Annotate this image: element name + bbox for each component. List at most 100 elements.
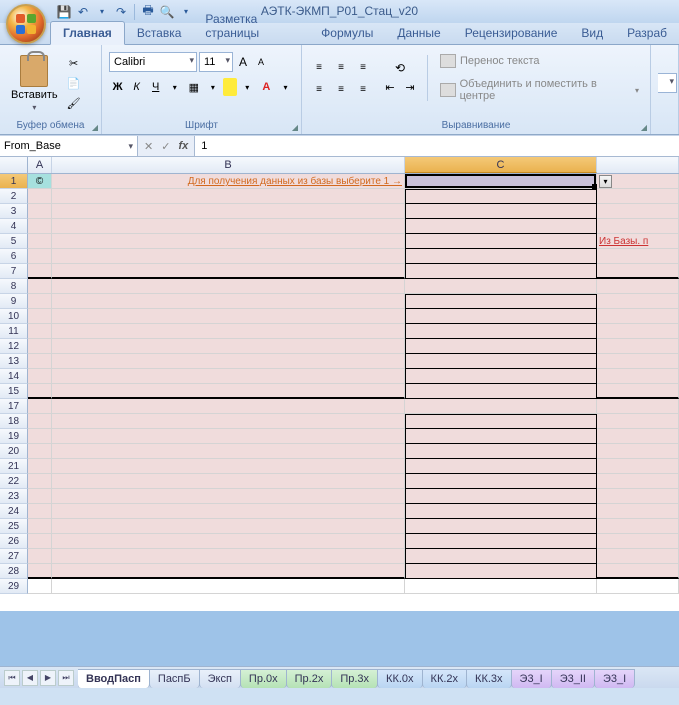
cell[interactable] [28, 534, 52, 549]
row-header[interactable]: 22 [0, 474, 28, 489]
cell[interactable] [52, 384, 405, 399]
cell[interactable] [52, 249, 405, 264]
cell[interactable] [597, 264, 679, 279]
cell[interactable] [52, 324, 405, 339]
cell[interactable] [405, 189, 597, 204]
cell[interactable]: © [28, 174, 52, 189]
cell[interactable] [52, 279, 405, 294]
align-middle-icon[interactable]: ≡ [331, 57, 351, 77]
name-box[interactable]: From_Base [0, 136, 138, 156]
sheet-tab[interactable]: Эксп [199, 669, 241, 688]
row-header[interactable]: 18 [0, 414, 28, 429]
row-header[interactable]: 11 [0, 324, 28, 339]
cell[interactable] [28, 219, 52, 234]
cell[interactable] [405, 384, 597, 399]
cut-icon[interactable]: ✂ [66, 55, 82, 71]
sheet-tab[interactable]: Пр.2х [286, 669, 333, 688]
cell[interactable] [597, 219, 679, 234]
cell[interactable] [405, 204, 597, 219]
cell[interactable] [597, 564, 679, 579]
cell[interactable] [28, 549, 52, 564]
cell[interactable] [52, 549, 405, 564]
clipboard-dialog-icon[interactable]: ◢ [92, 123, 98, 132]
cell[interactable] [28, 309, 52, 324]
cell[interactable] [28, 399, 52, 414]
cell[interactable] [52, 294, 405, 309]
merge-center-button[interactable]: Объединить и поместить в центре▾ [436, 76, 643, 104]
nav-first-icon[interactable]: ⏮ [4, 670, 20, 686]
row-header[interactable]: 26 [0, 534, 28, 549]
cell[interactable] [28, 459, 52, 474]
row-header[interactable]: 17 [0, 399, 28, 414]
align-right-icon[interactable]: ≡ [353, 79, 373, 99]
cell[interactable] [405, 294, 597, 309]
row-header[interactable]: 29 [0, 579, 28, 594]
cell[interactable] [28, 504, 52, 519]
font-name-combo[interactable]: Calibri [109, 52, 197, 72]
cell[interactable] [597, 444, 679, 459]
cell[interactable] [52, 189, 405, 204]
align-bottom-icon[interactable]: ≡ [353, 57, 373, 77]
office-button[interactable] [6, 4, 46, 44]
cell[interactable] [28, 564, 52, 579]
tab-insert[interactable]: Вставка [125, 22, 194, 44]
col-header-c[interactable]: C [405, 157, 597, 173]
nav-prev-icon[interactable]: ◀ [22, 670, 38, 686]
cell[interactable] [597, 354, 679, 369]
print-preview-icon[interactable]: 🔍 [159, 4, 175, 20]
orientation-icon[interactable]: ⟲ [392, 60, 408, 76]
sheet-tab[interactable]: Пр.0х [240, 669, 287, 688]
cell[interactable] [597, 399, 679, 414]
cell[interactable] [52, 429, 405, 444]
copy-icon[interactable]: 📄 [66, 75, 82, 91]
cell[interactable] [52, 399, 405, 414]
cell[interactable] [597, 489, 679, 504]
bold-button[interactable]: Ж [109, 78, 126, 96]
cell[interactable] [28, 249, 52, 264]
cell[interactable] [405, 219, 597, 234]
cell[interactable] [52, 204, 405, 219]
cell[interactable] [405, 519, 597, 534]
align-center-icon[interactable]: ≡ [331, 79, 351, 99]
row-header[interactable]: 27 [0, 549, 28, 564]
cell[interactable] [52, 354, 405, 369]
cell[interactable] [405, 504, 597, 519]
cell[interactable] [28, 414, 52, 429]
cell[interactable] [597, 579, 679, 594]
tab-review[interactable]: Рецензирование [453, 22, 570, 44]
cell[interactable] [405, 534, 597, 549]
decrease-indent-icon[interactable]: ⇤ [381, 78, 399, 96]
cell[interactable] [52, 444, 405, 459]
cell[interactable] [405, 234, 597, 249]
row-header[interactable]: 20 [0, 444, 28, 459]
cancel-icon[interactable]: ✕ [144, 140, 153, 153]
nav-last-icon[interactable]: ⏭ [58, 670, 74, 686]
cell[interactable] [52, 369, 405, 384]
row-header[interactable]: 7 [0, 264, 28, 279]
cell[interactable] [405, 354, 597, 369]
cell[interactable] [597, 474, 679, 489]
save-icon[interactable]: 💾 [56, 4, 72, 20]
cell[interactable] [597, 339, 679, 354]
row-header[interactable]: 1 [0, 174, 28, 189]
underline-button[interactable]: Ч [147, 78, 164, 96]
cell[interactable] [405, 444, 597, 459]
row-header[interactable]: 24 [0, 504, 28, 519]
cell[interactable] [52, 234, 405, 249]
tab-view[interactable]: Вид [569, 22, 615, 44]
cell[interactable] [405, 579, 597, 594]
row-header[interactable]: 28 [0, 564, 28, 579]
cell[interactable] [28, 234, 52, 249]
cell[interactable] [405, 369, 597, 384]
cell[interactable] [597, 324, 679, 339]
sheet-tab[interactable]: КК.2х [422, 669, 468, 688]
cell[interactable] [52, 504, 405, 519]
cell[interactable] [52, 339, 405, 354]
cell[interactable] [405, 564, 597, 579]
sheet-tab[interactable]: КК.0х [377, 669, 423, 688]
cell[interactable] [52, 264, 405, 279]
cell[interactable] [28, 204, 52, 219]
cell[interactable] [405, 549, 597, 564]
alignment-dialog-icon[interactable]: ◢ [641, 123, 647, 132]
col-header-b[interactable]: B [52, 157, 405, 173]
